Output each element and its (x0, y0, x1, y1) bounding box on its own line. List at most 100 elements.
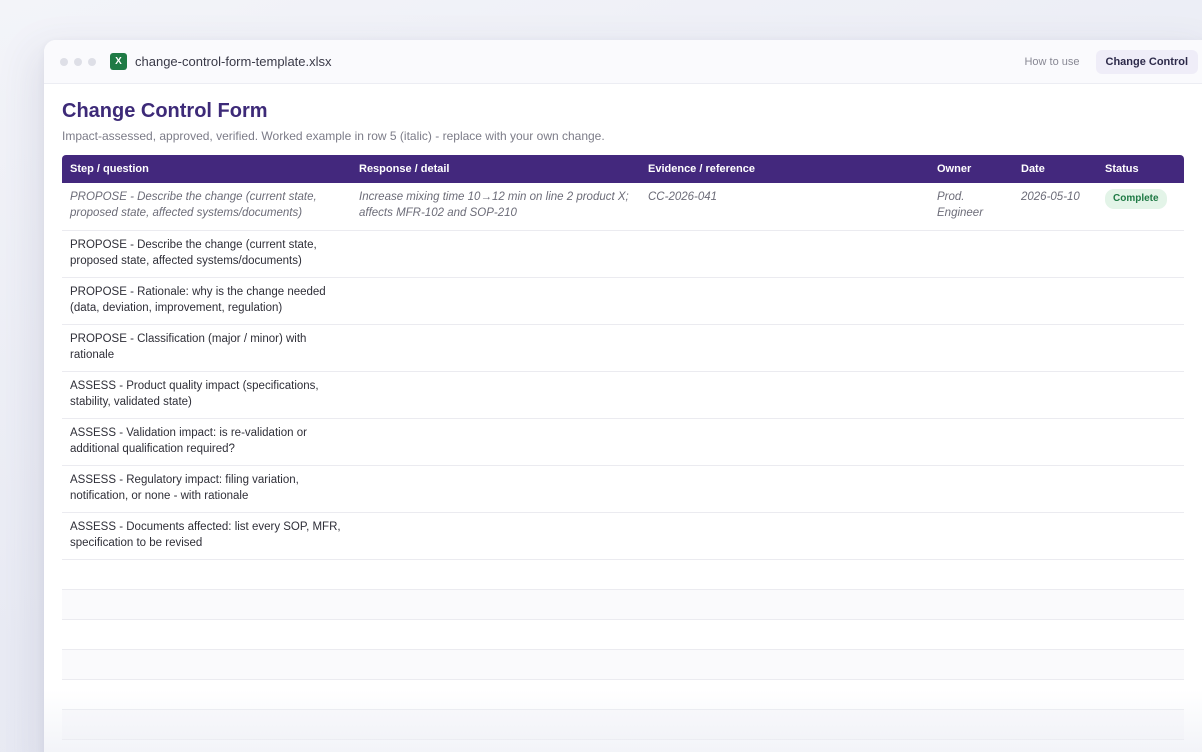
empty-cell[interactable] (351, 709, 640, 740)
owner-cell[interactable] (929, 230, 1013, 278)
column-header[interactable]: Evidence / reference (640, 155, 929, 183)
evidence-cell[interactable]: CC-2026-041 (640, 183, 929, 231)
status-cell[interactable]: Complete (1097, 183, 1184, 231)
date-cell[interactable] (1013, 465, 1097, 513)
empty-cell[interactable] (1013, 589, 1097, 620)
empty-cell[interactable] (1097, 619, 1184, 650)
empty-cell[interactable] (640, 679, 929, 710)
empty-cell[interactable] (640, 709, 929, 740)
empty-cell[interactable] (1013, 709, 1097, 740)
maximize-dot[interactable] (88, 57, 96, 66)
date-cell[interactable] (1013, 512, 1097, 560)
evidence-cell[interactable] (640, 512, 929, 560)
response-cell[interactable] (351, 230, 640, 278)
evidence-cell[interactable] (640, 465, 929, 513)
evidence-cell[interactable] (640, 418, 929, 466)
date-cell[interactable] (1013, 277, 1097, 325)
tab-how-to-use[interactable]: How to use (1014, 50, 1089, 74)
empty-cell[interactable] (640, 589, 929, 620)
evidence-cell[interactable] (640, 371, 929, 419)
evidence-cell[interactable] (640, 324, 929, 372)
response-cell[interactable] (351, 324, 640, 372)
empty-cell[interactable] (640, 649, 929, 680)
empty-cell[interactable] (351, 619, 640, 650)
date-cell[interactable] (1013, 324, 1097, 372)
column-header[interactable]: Status (1097, 155, 1184, 183)
window-controls (60, 57, 96, 66)
table-row: ASSESS - Regulatory impact: filing varia… (62, 465, 1184, 513)
empty-cell[interactable] (929, 709, 1013, 740)
column-header[interactable]: Date (1013, 155, 1097, 183)
owner-cell[interactable]: Prod. Engineer (929, 183, 1013, 231)
empty-cell[interactable] (62, 709, 351, 740)
step-cell[interactable]: PROPOSE - Describe the change (current s… (62, 183, 351, 231)
response-cell[interactable] (351, 371, 640, 419)
date-cell[interactable] (1013, 418, 1097, 466)
column-header[interactable]: Response / detail (351, 155, 640, 183)
empty-cell[interactable] (640, 559, 929, 590)
step-cell[interactable]: PROPOSE - Rationale: why is the change n… (62, 277, 351, 325)
empty-cell[interactable] (1097, 649, 1184, 680)
empty-cell[interactable] (62, 589, 351, 620)
date-cell[interactable]: 2026-05-10 (1013, 183, 1097, 231)
owner-cell[interactable] (929, 277, 1013, 325)
table-row: PROPOSE - Rationale: why is the change n… (62, 277, 1184, 325)
step-cell[interactable]: PROPOSE - Classification (major / minor)… (62, 324, 351, 372)
empty-cell[interactable] (62, 619, 351, 650)
evidence-cell[interactable] (640, 230, 929, 278)
response-cell[interactable] (351, 418, 640, 466)
empty-cell[interactable] (1097, 679, 1184, 710)
empty-cell[interactable] (1097, 709, 1184, 740)
empty-cell[interactable] (1013, 679, 1097, 710)
change-control-table: Step / question Response / detail Eviden… (62, 155, 1184, 740)
empty-cell[interactable] (1013, 619, 1097, 650)
owner-cell[interactable] (929, 465, 1013, 513)
step-cell[interactable]: ASSESS - Product quality impact (specifi… (62, 371, 351, 419)
response-cell[interactable] (351, 465, 640, 513)
response-cell[interactable]: Increase mixing time 10→12 min on line 2… (351, 183, 640, 231)
tab-change-control[interactable]: Change Control (1095, 49, 1198, 74)
evidence-cell[interactable] (640, 277, 929, 325)
status-cell[interactable] (1097, 277, 1184, 325)
minimize-dot[interactable] (74, 57, 82, 66)
empty-cell[interactable] (62, 679, 351, 710)
response-cell[interactable] (351, 277, 640, 325)
owner-cell[interactable] (929, 324, 1013, 372)
status-cell[interactable] (1097, 465, 1184, 513)
date-cell[interactable] (1013, 371, 1097, 419)
empty-cell[interactable] (1013, 649, 1097, 680)
status-cell[interactable] (1097, 512, 1184, 560)
file-name: change-control-form-template.xlsx (135, 54, 332, 69)
close-dot[interactable] (60, 57, 68, 66)
owner-cell[interactable] (929, 371, 1013, 419)
date-cell[interactable] (1013, 230, 1097, 278)
owner-cell[interactable] (929, 512, 1013, 560)
owner-cell[interactable] (929, 418, 1013, 466)
step-cell[interactable]: ASSESS - Documents affected: list every … (62, 512, 351, 560)
empty-cell[interactable] (929, 559, 1013, 590)
empty-cell[interactable] (929, 679, 1013, 710)
status-cell[interactable] (1097, 230, 1184, 278)
step-cell[interactable]: PROPOSE - Describe the change (current s… (62, 230, 351, 278)
empty-cell[interactable] (929, 619, 1013, 650)
empty-cell[interactable] (351, 649, 640, 680)
column-header[interactable]: Owner (929, 155, 1013, 183)
empty-cell[interactable] (929, 589, 1013, 620)
step-cell[interactable]: ASSESS - Regulatory impact: filing varia… (62, 465, 351, 513)
status-cell[interactable] (1097, 324, 1184, 372)
empty-cell[interactable] (1013, 559, 1097, 590)
status-cell[interactable] (1097, 418, 1184, 466)
empty-cell[interactable] (62, 649, 351, 680)
step-cell[interactable]: ASSESS - Validation impact: is re-valida… (62, 418, 351, 466)
status-cell[interactable] (1097, 371, 1184, 419)
empty-cell[interactable] (1097, 589, 1184, 620)
empty-cell[interactable] (640, 619, 929, 650)
empty-cell[interactable] (929, 649, 1013, 680)
empty-cell[interactable] (351, 589, 640, 620)
column-header[interactable]: Step / question (62, 155, 351, 183)
empty-cell[interactable] (62, 559, 351, 590)
empty-cell[interactable] (351, 679, 640, 710)
empty-cell[interactable] (351, 559, 640, 590)
response-cell[interactable] (351, 512, 640, 560)
empty-cell[interactable] (1097, 559, 1184, 590)
